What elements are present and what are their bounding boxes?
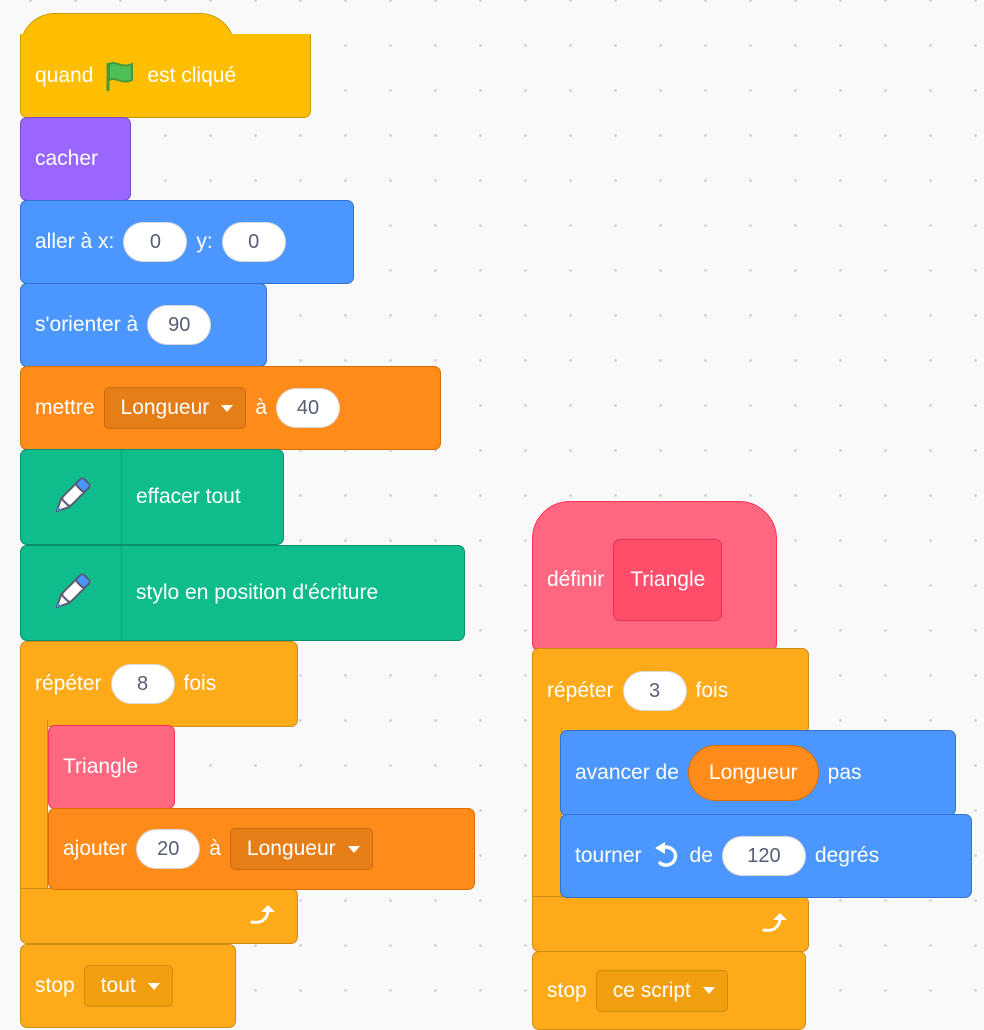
repeat-block-arm: [532, 728, 562, 898]
set-variable-block[interactable]: mettre Longueur à 40: [20, 366, 441, 450]
chevron-down-icon: [702, 987, 715, 994]
repeat-count-input[interactable]: 3: [622, 671, 687, 711]
chevron-down-icon: [147, 982, 160, 990]
chevron-down-icon: [221, 404, 234, 412]
repeat-block[interactable]: répéter 8 fois: [20, 641, 298, 727]
dropdown-value: ce script: [612, 978, 691, 1002]
variable-dropdown[interactable]: Longueur: [229, 828, 373, 870]
pen-icon: [21, 546, 122, 640]
direction-input[interactable]: 90: [147, 305, 212, 345]
stop-block[interactable]: stop tout: [20, 944, 236, 1028]
block-label: y:: [196, 230, 213, 253]
block-label: pas: [827, 761, 862, 784]
change-amount-input[interactable]: 20: [136, 829, 201, 869]
pen-icon: [21, 450, 122, 544]
repeat-block-arm: [20, 720, 48, 890]
green-flag-icon: [102, 58, 138, 94]
block-label: degrés: [814, 844, 880, 867]
block-label: à: [209, 837, 221, 860]
loop-arrow-icon: [248, 902, 278, 933]
block-label: cacher: [35, 147, 99, 170]
dropdown-value: tout: [100, 974, 136, 997]
hide-block[interactable]: cacher: [20, 117, 131, 201]
block-label: fois: [695, 679, 729, 702]
dropdown-value: Longueur: [120, 396, 210, 419]
chevron-down-icon: [347, 845, 360, 853]
block-label: s'orienter à: [35, 313, 139, 336]
call-triangle-block[interactable]: Triangle: [48, 725, 175, 809]
repeat-count-input[interactable]: 8: [110, 664, 175, 704]
block-label: définir: [547, 568, 605, 591]
goto-xy-block[interactable]: aller à x: 0 y: 0: [20, 200, 354, 284]
loop-arrow-icon: [760, 910, 790, 941]
rotate-left-icon: [651, 841, 681, 871]
block-label: répéter: [547, 679, 614, 702]
block-label: effacer tout: [136, 485, 241, 508]
x-input[interactable]: 0: [123, 222, 188, 262]
pen-down-block[interactable]: stylo en position d'écriture: [20, 545, 465, 641]
stop-block[interactable]: stop ce script: [532, 951, 806, 1030]
when-flag-clicked-block[interactable]: quand est cliqué: [20, 34, 311, 118]
value-input[interactable]: 40: [275, 388, 340, 428]
block-label: quand: [35, 63, 94, 87]
y-input[interactable]: 0: [221, 222, 286, 262]
block-label: tourner: [575, 844, 642, 867]
pen-clear-block[interactable]: effacer tout: [20, 449, 284, 545]
block-label: avancer de: [575, 761, 679, 784]
turn-left-block[interactable]: tourner de 120 degrés: [560, 814, 972, 898]
block-label: fois: [183, 672, 217, 695]
triangle-prototype[interactable]: Triangle: [613, 539, 723, 621]
point-in-direction-block[interactable]: s'orienter à 90: [20, 283, 267, 367]
block-label: de: [689, 844, 713, 867]
block-label: stop: [547, 978, 587, 1002]
repeat-block[interactable]: répéter 3 fois: [532, 648, 809, 734]
block-label: aller à x:: [35, 230, 115, 253]
block-label: stop: [35, 974, 75, 997]
variable-dropdown[interactable]: Longueur: [103, 387, 247, 429]
stop-option-dropdown[interactable]: ce script: [595, 969, 728, 1012]
dropdown-value: Longueur: [246, 837, 336, 860]
block-label: est cliqué: [147, 63, 237, 87]
prototype-name: Triangle: [630, 568, 706, 591]
move-steps-block[interactable]: avancer de Longueur pas: [560, 730, 956, 816]
change-variable-block[interactable]: ajouter 20 à Longueur: [48, 808, 475, 890]
define-triangle-block[interactable]: définir Triangle: [532, 501, 777, 651]
block-label: stylo en position d'écriture: [136, 581, 379, 604]
reporter-label: Longueur: [708, 761, 798, 784]
degrees-input[interactable]: 120: [721, 836, 806, 876]
block-label: Triangle: [63, 755, 139, 778]
stop-option-dropdown[interactable]: tout: [83, 965, 173, 1007]
longueur-variable-reporter[interactable]: Longueur: [687, 745, 819, 801]
block-label: mettre: [35, 396, 95, 419]
block-label: à: [255, 396, 267, 419]
block-label: ajouter: [63, 837, 128, 860]
block-label: répéter: [35, 672, 102, 695]
